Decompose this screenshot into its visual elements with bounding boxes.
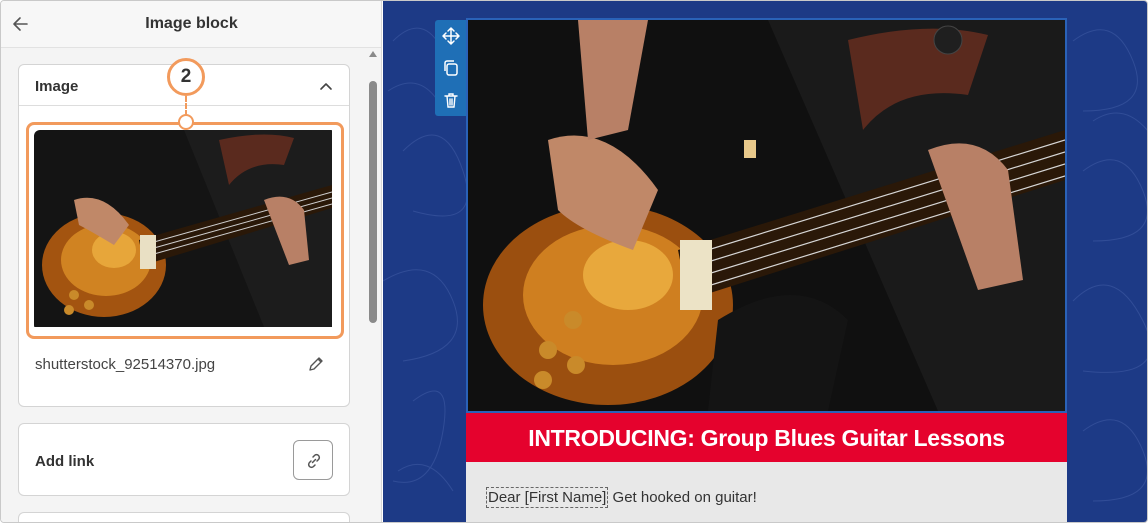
scroll-up-arrow-icon[interactable] — [369, 51, 377, 57]
duplicate-icon[interactable] — [441, 58, 461, 78]
greeting-line: Dear [First Name] Get hooked on guitar! — [486, 487, 757, 508]
block-toolbar — [435, 20, 467, 116]
email-text-block[interactable]: Dear [First Name] Get hooked on guitar! — [466, 462, 1067, 522]
panel-scrollbar[interactable] — [367, 49, 379, 522]
image-filename: shutterstock_92514370.jpg — [35, 356, 216, 373]
headline-text: INTRODUCING: Group Blues Guitar Lessons — [528, 425, 1005, 451]
first-name-merge-tag[interactable]: Dear [First Name] — [486, 487, 609, 508]
add-link-card: Add link — [18, 423, 350, 496]
scroll-thumb[interactable] — [369, 81, 377, 323]
panel-header: Image block — [1, 1, 381, 48]
app-window: Image block Image shutterstock_92514370.… — [0, 0, 1148, 523]
settings-panel: Image block Image shutterstock_92514370.… — [1, 1, 382, 522]
image-section-title: Image — [35, 78, 79, 95]
callout-step-badge: 2 — [167, 58, 205, 96]
link-icon — [307, 453, 321, 469]
pencil-icon[interactable] — [307, 355, 325, 373]
image-thumbnail[interactable] — [34, 130, 336, 331]
move-icon[interactable] — [441, 26, 461, 46]
add-link-button[interactable] — [293, 440, 333, 480]
email-preview: INTRODUCING: Group Blues Guitar Lessons … — [435, 18, 1067, 522]
next-section-card — [18, 512, 350, 522]
add-link-title: Add link — [35, 453, 95, 470]
panel-title: Image block — [145, 15, 238, 32]
headline-banner[interactable]: INTRODUCING: Group Blues Guitar Lessons — [466, 413, 1067, 462]
chevron-up-icon[interactable] — [319, 79, 333, 93]
email-image-block[interactable] — [466, 18, 1067, 413]
greeting-text: Get hooked on guitar! — [608, 489, 757, 506]
callout-connector — [185, 96, 187, 116]
callout-dot — [178, 114, 194, 130]
trash-icon[interactable] — [441, 90, 461, 110]
email-canvas: INTRODUCING: Group Blues Guitar Lessons … — [383, 1, 1147, 522]
image-thumbnail-frame[interactable] — [26, 122, 344, 339]
